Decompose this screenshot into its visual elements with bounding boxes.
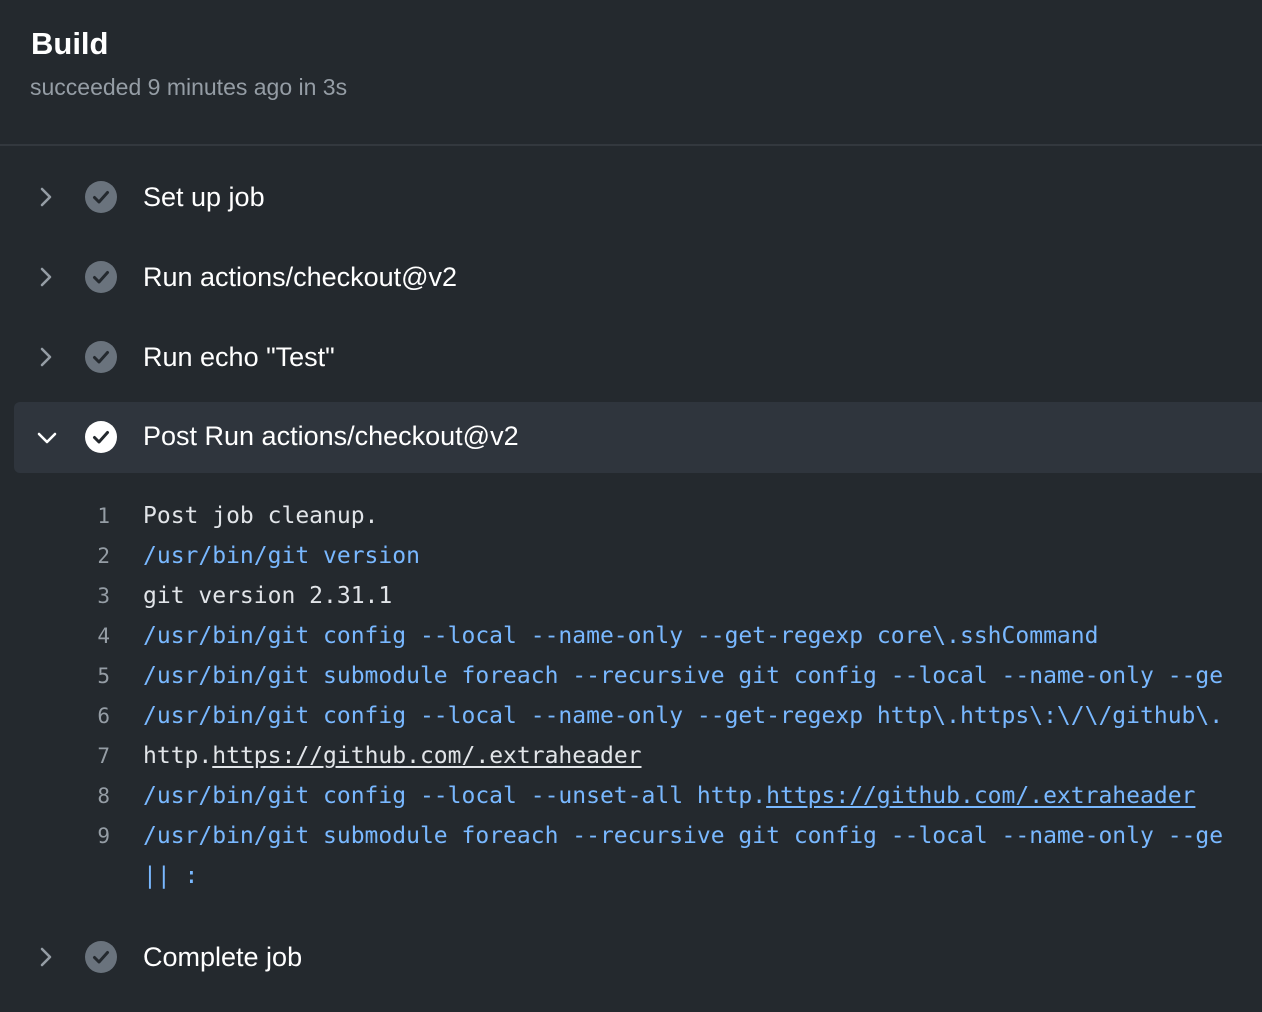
line-number[interactable]: 3: [78, 576, 110, 616]
chevron-right-icon: [40, 347, 52, 367]
check-circle-icon: [85, 421, 117, 453]
step-label: Run echo "Test": [143, 342, 335, 372]
job-log-page: Build succeeded 9 minutes ago in 3s Set …: [0, 0, 1262, 1012]
log-link[interactable]: https://github.com/.extraheader: [212, 743, 641, 769]
chevron-right-icon: [40, 187, 52, 207]
line-number[interactable]: 5: [78, 656, 110, 696]
chevron-right-icon: [40, 267, 52, 287]
log-command: /usr/bin/git config --local --unset-all …: [143, 776, 1195, 816]
step-label: Complete job: [143, 942, 303, 972]
log-text: Post job cleanup.: [143, 503, 379, 529]
log-line-continuation: || :: [0, 856, 1262, 896]
log-text: http.https://github.com/.extraheader: [143, 736, 642, 776]
log-text-prefix: /usr/bin/git config --local --unset-all …: [143, 783, 767, 809]
log-line: 9 /usr/bin/git submodule foreach --recur…: [0, 816, 1262, 856]
chevron-down-icon: [37, 432, 57, 444]
job-status: succeeded 9 minutes ago in 3s: [30, 74, 348, 100]
log-text: git version 2.31.1: [143, 583, 393, 609]
log-command: /usr/bin/git config --local --name-only …: [143, 703, 1224, 729]
chevron-right-icon: [40, 947, 52, 967]
log-link[interactable]: https://github.com/.extraheader: [766, 783, 1195, 809]
log-line: 8 /usr/bin/git config --local --unset-al…: [0, 776, 1262, 816]
job-header: Build succeeded 9 minutes ago in 3s: [0, 0, 1262, 146]
log-command: /usr/bin/git version: [143, 543, 420, 569]
step-run-echo[interactable]: Run echo "Test": [14, 321, 1262, 393]
log-line: 2 /usr/bin/git version: [0, 536, 1262, 576]
step-label: Set up job: [143, 182, 265, 212]
log-line: 7 http.https://github.com/.extraheader: [0, 736, 1262, 776]
line-number[interactable]: 8: [78, 776, 110, 816]
log-command: /usr/bin/git config --local --name-only …: [143, 623, 1099, 649]
line-number[interactable]: 2: [78, 536, 110, 576]
line-number[interactable]: 7: [78, 736, 110, 776]
log-command: /usr/bin/git submodule foreach --recursi…: [143, 823, 1224, 849]
log-line: 1 Post job cleanup.: [0, 496, 1262, 536]
log-line: 4 /usr/bin/git config --local --name-onl…: [0, 616, 1262, 656]
log-line: 5 /usr/bin/git submodule foreach --recur…: [0, 656, 1262, 696]
step-run-checkout[interactable]: Run actions/checkout@v2: [14, 241, 1262, 313]
line-number[interactable]: 1: [78, 496, 110, 536]
job-title: Build: [31, 26, 109, 61]
check-circle-icon: [85, 181, 117, 213]
check-circle-icon: [85, 341, 117, 373]
step-complete-job[interactable]: Complete job: [14, 921, 1262, 993]
log-text-prefix: http.: [143, 743, 213, 769]
line-number[interactable]: 4: [78, 616, 110, 656]
log-line: 3 git version 2.31.1: [0, 576, 1262, 616]
log-line: 6 /usr/bin/git config --local --name-onl…: [0, 696, 1262, 736]
log-command: /usr/bin/git submodule foreach --recursi…: [143, 663, 1224, 689]
line-number[interactable]: 6: [78, 696, 110, 736]
step-set-up-job[interactable]: Set up job: [14, 161, 1262, 233]
line-number[interactable]: 9: [78, 816, 110, 856]
step-post-run-checkout[interactable]: Post Run actions/checkout@v2: [14, 402, 1262, 473]
step-label: Run actions/checkout@v2: [143, 262, 458, 292]
step-label: Post Run actions/checkout@v2: [143, 421, 519, 451]
check-circle-icon: [85, 941, 117, 973]
check-circle-icon: [85, 261, 117, 293]
log-command: || :: [143, 863, 199, 889]
